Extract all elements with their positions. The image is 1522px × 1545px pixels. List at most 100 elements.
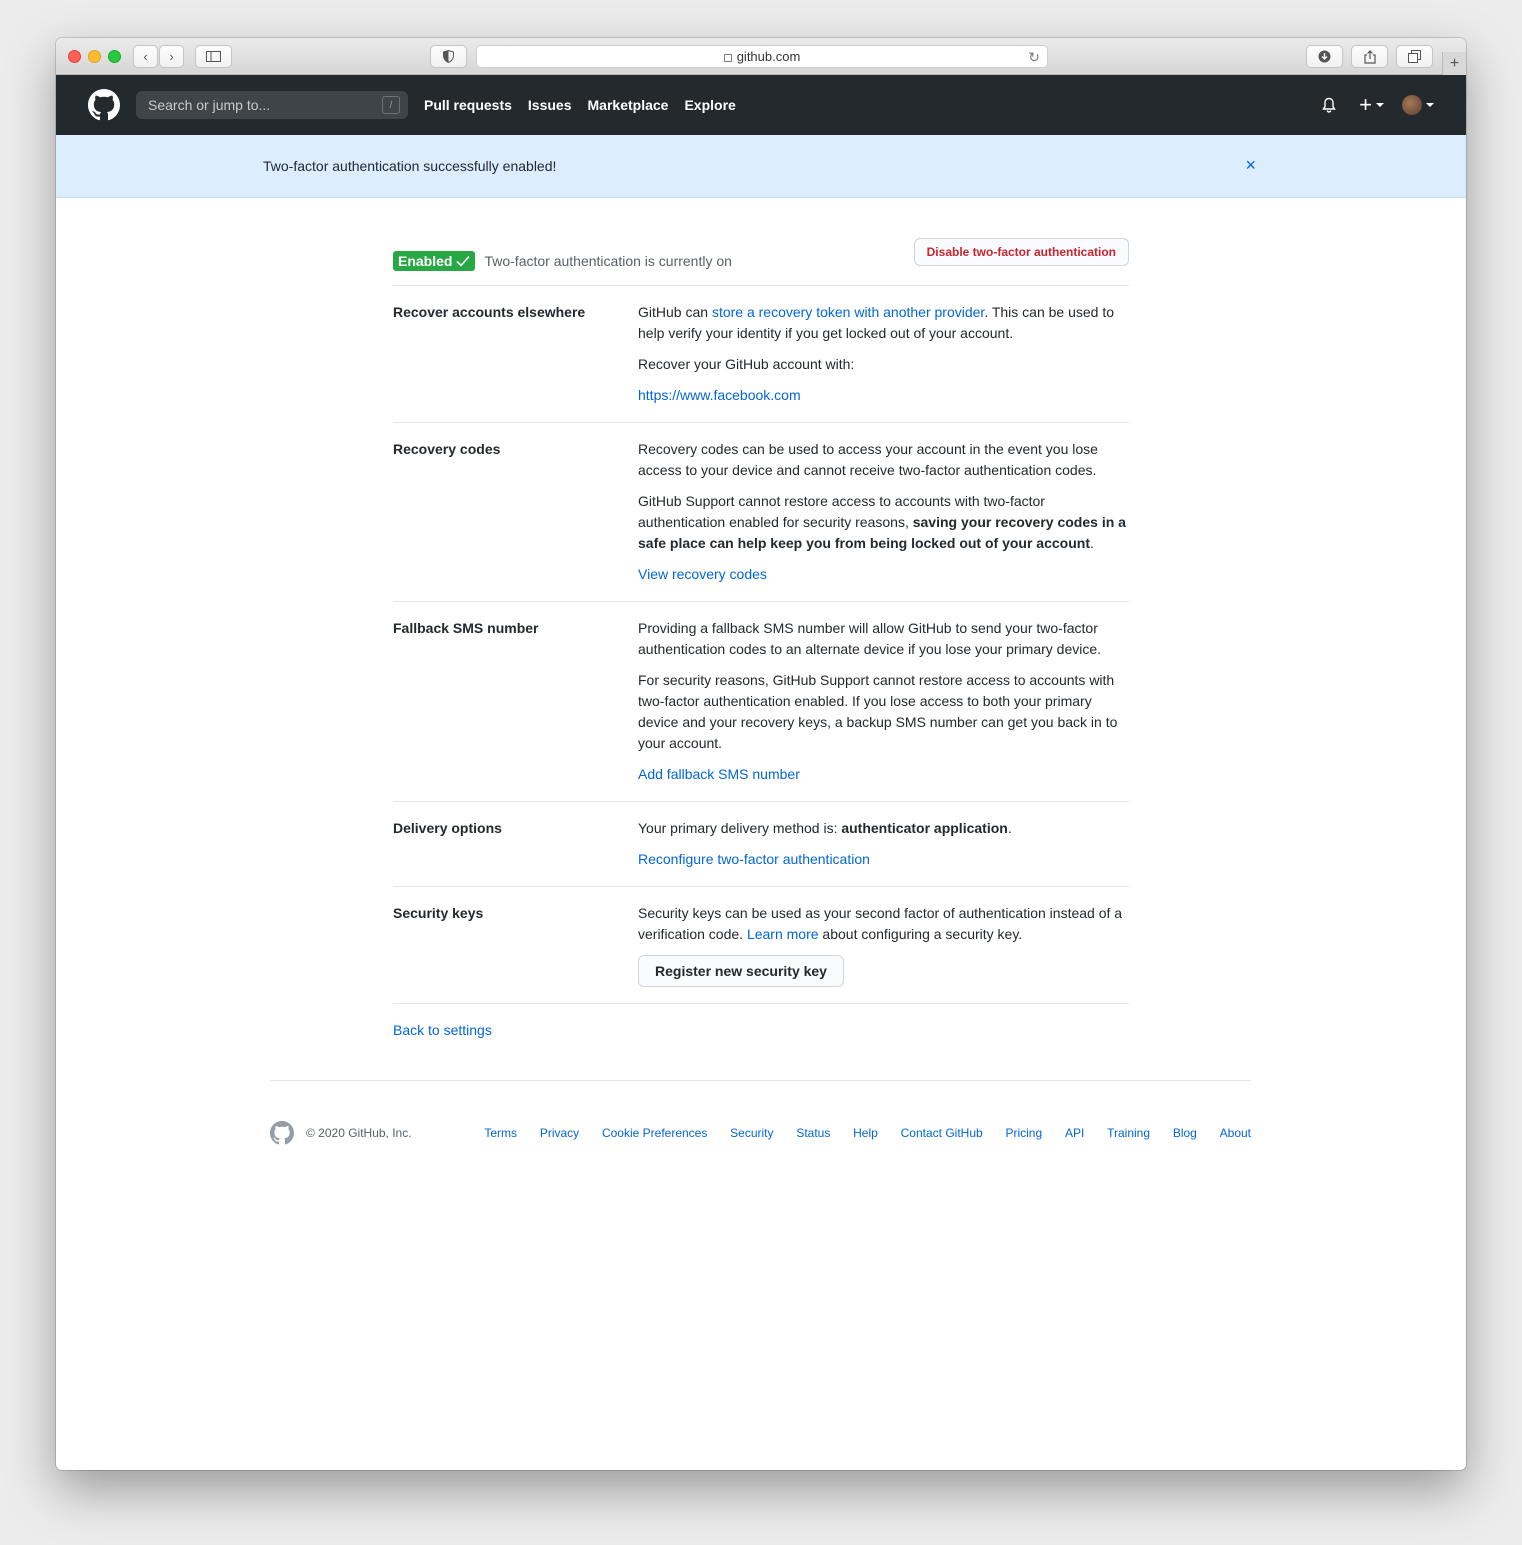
section-body: Recovery codes can be used to access you… [638, 439, 1129, 585]
user-menu-dropdown[interactable] [1402, 95, 1434, 115]
recover-accounts-section: Recover accounts elsewhere GitHub can st… [393, 286, 1129, 423]
footer-link-training[interactable]: Training [1107, 1126, 1150, 1140]
delivery-method-text: Your primary delivery method is: authent… [638, 818, 1129, 839]
avatar [1402, 95, 1422, 115]
text: about configuring a security key. [818, 926, 1023, 942]
footer-link-contact[interactable]: Contact GitHub [901, 1126, 983, 1140]
zoom-window-button[interactable] [108, 50, 121, 63]
learn-more-link[interactable]: Learn more [747, 926, 819, 942]
sidebar-icon [206, 51, 221, 62]
search-input[interactable]: Search or jump to... / [136, 91, 408, 119]
search-shortcut-key: / [382, 96, 400, 114]
two-factor-status: Enabled Two-factor authentication is cur… [393, 236, 1129, 286]
nav-issues[interactable]: Issues [528, 97, 572, 113]
section-heading: Fallback SMS number [393, 620, 539, 636]
github-logo-icon[interactable] [88, 89, 120, 121]
enabled-badge-label: Enabled [398, 252, 453, 269]
privacy-report-button[interactable] [430, 45, 467, 68]
share-icon [1363, 49, 1376, 64]
footer-link-api[interactable]: API [1065, 1126, 1084, 1140]
search-placeholder: Search or jump to... [148, 97, 271, 113]
nav-marketplace[interactable]: Marketplace [588, 97, 669, 113]
security-keys-section: Security keys Security keys can be used … [393, 887, 1129, 1004]
back-button[interactable]: ‹ [133, 45, 158, 68]
caret-down-icon [1376, 103, 1384, 107]
close-icon[interactable]: × [1245, 155, 1256, 176]
facebook-provider-link[interactable]: https://www.facebook.com [638, 387, 801, 403]
footer-link-blog[interactable]: Blog [1173, 1126, 1197, 1140]
fallback-sms-section: Fallback SMS number Providing a fallback… [393, 602, 1129, 802]
success-flash-banner: Two-factor authentication successfully e… [56, 135, 1466, 198]
plus-icon: + [1449, 54, 1460, 72]
browser-toolbar: ‹ › github.com ↻ + [56, 38, 1466, 75]
address-bar[interactable]: github.com ↻ [476, 45, 1048, 68]
chevron-right-icon: › [169, 49, 174, 64]
footer-link-cookie-preferences[interactable]: Cookie Preferences [602, 1126, 707, 1140]
forward-button[interactable]: › [159, 45, 184, 68]
footer-link-status[interactable]: Status [796, 1126, 830, 1140]
recovery-codes-warning: GitHub Support cannot restore access to … [638, 491, 1129, 554]
footer-link-about[interactable]: About [1220, 1126, 1251, 1140]
section-body: Providing a fallback SMS number will all… [638, 618, 1129, 785]
section-heading: Delivery options [393, 820, 502, 836]
text: . [1007, 820, 1012, 836]
register-security-key-button[interactable]: Register new security key [638, 955, 844, 987]
header-nav: Pull requests Issues Marketplace Explore [424, 97, 752, 113]
chevron-left-icon: ‹ [143, 49, 148, 64]
tabs-overview-button[interactable] [1396, 45, 1433, 68]
two-factor-settings: Enabled Two-factor authentication is cur… [393, 236, 1129, 1038]
recovery-token-link[interactable]: store a recovery token with another prov… [712, 304, 984, 320]
copyright: © 2020 GitHub, Inc. [306, 1126, 412, 1140]
section-heading: Security keys [393, 905, 484, 921]
disable-two-factor-button[interactable]: Disable two-factor authentication [913, 238, 1129, 266]
footer-nav: Terms Privacy Cookie Preferences Securit… [462, 1126, 1251, 1140]
enabled-badge: Enabled [393, 250, 476, 271]
fallback-sms-warning: For security reasons, GitHub Support can… [638, 672, 1118, 751]
downloads-button[interactable] [1306, 45, 1343, 68]
status-text: Two-factor authentication is currently o… [484, 252, 732, 269]
flash-message: Two-factor authentication successfully e… [263, 158, 557, 174]
footer-link-terms[interactable]: Terms [484, 1126, 517, 1140]
text: . [1090, 535, 1094, 551]
share-button[interactable] [1351, 45, 1388, 68]
view-recovery-codes-link[interactable]: View recovery codes [638, 566, 767, 582]
nav-pull-requests[interactable]: Pull requests [424, 97, 512, 113]
recovery-codes-description: Recovery codes can be used to access you… [638, 441, 1098, 478]
footer-link-pricing[interactable]: Pricing [1005, 1126, 1042, 1140]
section-heading: Recovery codes [393, 441, 501, 457]
lock-icon [723, 53, 732, 62]
header-actions: + [1321, 75, 1434, 135]
recover-with-label: Recover your GitHub account with: [638, 356, 855, 372]
add-fallback-sms-link[interactable]: Add fallback SMS number [638, 766, 800, 782]
create-new-dropdown[interactable]: + [1359, 92, 1384, 117]
section-body: GitHub can store a recovery token with a… [638, 302, 1129, 406]
text: Your primary delivery method is: [638, 820, 842, 836]
delivery-options-section: Delivery options Your primary delivery m… [393, 802, 1129, 887]
security-keys-description: Security keys can be used as your second… [638, 903, 1129, 945]
reload-icon[interactable]: ↻ [1028, 49, 1040, 66]
footer-link-help[interactable]: Help [853, 1126, 878, 1140]
close-window-button[interactable] [68, 50, 81, 63]
github-header: Search or jump to... / Pull requests Iss… [56, 75, 1466, 135]
reconfigure-two-factor-link[interactable]: Reconfigure two-factor authentication [638, 851, 870, 867]
recovery-codes-section: Recovery codes Recovery codes can be use… [393, 423, 1129, 602]
check-icon [456, 255, 471, 267]
caret-down-icon [1426, 103, 1434, 107]
plus-icon: + [1359, 92, 1372, 117]
github-mark-icon[interactable] [270, 1121, 294, 1145]
tabs-icon [1408, 50, 1421, 63]
recover-description: GitHub can store a recovery token with a… [638, 302, 1129, 344]
nav-explore[interactable]: Explore [684, 97, 735, 113]
back-to-settings-link[interactable]: Back to settings [393, 1022, 492, 1038]
bell-icon[interactable] [1321, 97, 1337, 113]
fallback-sms-description: Providing a fallback SMS number will all… [638, 620, 1102, 657]
download-icon [1318, 50, 1331, 63]
minimize-window-button[interactable] [88, 50, 101, 63]
shield-icon [443, 50, 454, 63]
footer: © 2020 GitHub, Inc. Terms Privacy Cookie… [270, 1080, 1251, 1145]
section-body: Security keys can be used as your second… [638, 903, 1129, 987]
footer-link-privacy[interactable]: Privacy [540, 1126, 579, 1140]
new-tab-button[interactable]: + [1442, 52, 1466, 75]
footer-link-security[interactable]: Security [730, 1126, 773, 1140]
sidebar-button[interactable] [195, 45, 232, 68]
